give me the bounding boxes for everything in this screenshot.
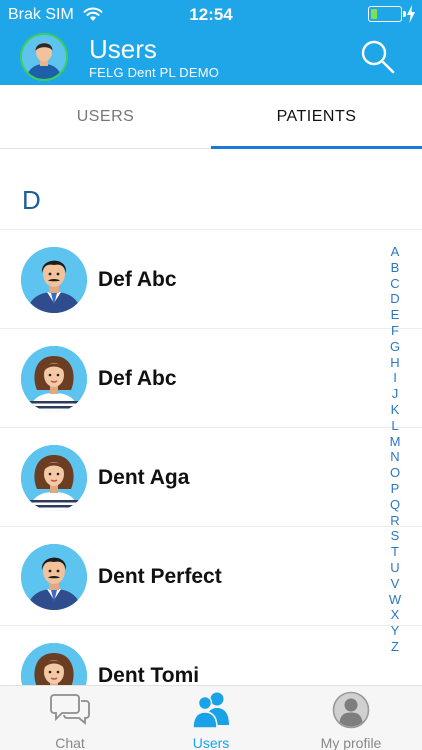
avatar	[21, 643, 87, 685]
index-letter[interactable]: C	[386, 276, 404, 292]
status-bar: Brak SIM 12:54	[0, 0, 422, 30]
index-letter[interactable]: I	[386, 370, 404, 386]
contact-name: Def Abc	[98, 367, 177, 390]
contact-name: Def Abc	[98, 268, 177, 291]
page-subtitle: FELG Dent PL DEMO	[89, 65, 220, 80]
avatar	[21, 247, 87, 313]
index-letter[interactable]: L	[386, 418, 404, 434]
battery-icon	[368, 6, 406, 22]
index-letter[interactable]: N	[386, 449, 404, 465]
index-letter[interactable]: D	[386, 291, 404, 307]
tab-patients[interactable]: PATIENTS	[211, 85, 422, 149]
list-item[interactable]: Def Abc	[0, 230, 422, 329]
charging-icon	[407, 5, 415, 23]
index-letter[interactable]: K	[386, 402, 404, 418]
profile-icon	[332, 691, 370, 729]
index-letter[interactable]: E	[386, 307, 404, 323]
app-header: Brak SIM 12:54 Users FELG Dent PL DEMO	[0, 0, 422, 85]
index-letter[interactable]: R	[386, 513, 404, 529]
section-letter: D	[22, 185, 41, 215]
list-item[interactable]: Dent Tomi	[0, 626, 422, 685]
tab-chat-label: Chat	[55, 735, 85, 750]
contact-name: Dent Perfect	[98, 565, 222, 588]
tab-selected-indicator	[211, 146, 422, 149]
chat-icon	[50, 694, 90, 725]
avatar	[21, 346, 87, 412]
contact-name: Dent Tomi	[98, 664, 200, 685]
avatar	[21, 445, 87, 511]
index-letter[interactable]: Q	[386, 497, 404, 513]
tab-users[interactable]: USERS	[0, 85, 211, 149]
tab-users-label: Users	[192, 735, 230, 750]
avatar	[21, 544, 87, 610]
tab-chat[interactable]: Chat	[0, 686, 140, 750]
index-letter[interactable]: S	[386, 528, 404, 544]
patient-list[interactable]: Def Abc Def Abc Dent Aga Dent Perfect De…	[0, 230, 422, 685]
index-letter[interactable]: A	[386, 244, 404, 260]
tab-bar: USERS PATIENTS	[0, 85, 422, 149]
users-icon	[192, 692, 229, 729]
list-item[interactable]: Dent Aga	[0, 428, 422, 527]
index-letter[interactable]: H	[386, 355, 404, 371]
contact-name: Dent Aga	[98, 466, 190, 489]
bottom-tab-bar: Chat Users My profile	[0, 685, 422, 750]
index-letter[interactable]: P	[386, 481, 404, 497]
page-title: Users	[89, 34, 157, 64]
section-header: D	[0, 150, 422, 230]
current-user-avatar[interactable]	[20, 33, 68, 81]
alphabet-index[interactable]: ABCDEFGHIJKLMNOPQRSTUVWXYZ	[386, 244, 404, 655]
index-letter[interactable]: V	[386, 576, 404, 592]
index-letter[interactable]: Y	[386, 623, 404, 639]
tab-my-profile-label: My profile	[320, 735, 382, 750]
index-letter[interactable]: W	[386, 592, 404, 608]
index-letter[interactable]: U	[386, 560, 404, 576]
battery-level	[371, 9, 378, 19]
status-time: 12:54	[189, 5, 233, 24]
index-letter[interactable]: J	[386, 386, 404, 402]
index-letter[interactable]: B	[386, 260, 404, 276]
list-item[interactable]: Dent Perfect	[0, 527, 422, 626]
index-letter[interactable]: M	[386, 434, 404, 450]
index-letter[interactable]: T	[386, 544, 404, 560]
tab-my-profile[interactable]: My profile	[281, 686, 421, 750]
tab-users-bottom[interactable]: Users	[141, 686, 281, 750]
index-letter[interactable]: X	[386, 607, 404, 623]
index-letter[interactable]: F	[386, 323, 404, 339]
index-letter[interactable]: O	[386, 465, 404, 481]
index-letter[interactable]: Z	[386, 639, 404, 655]
list-item[interactable]: Def Abc	[0, 329, 422, 428]
index-letter[interactable]: G	[386, 339, 404, 355]
search-icon[interactable]	[358, 37, 396, 75]
